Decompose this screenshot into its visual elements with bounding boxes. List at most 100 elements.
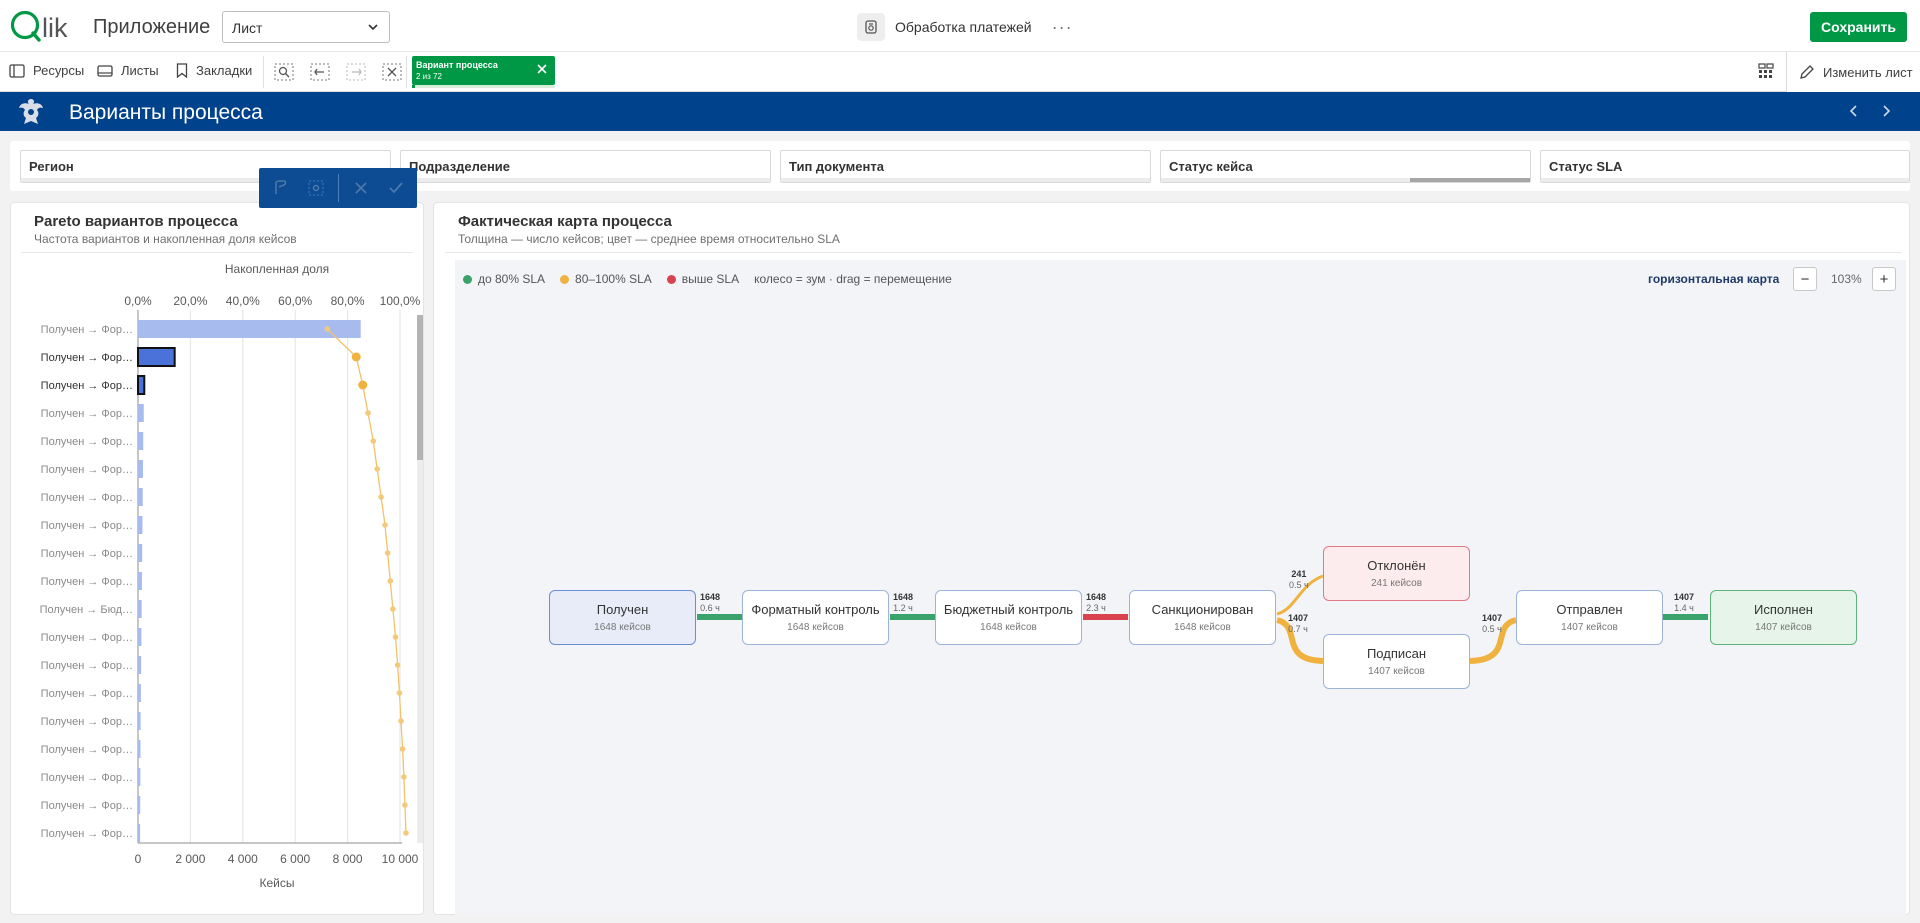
edge-cases: 241 [1291,569,1307,579]
process-map-canvas[interactable] [455,260,1906,915]
more-menu-icon[interactable]: ··· [1052,17,1073,38]
node-name: Форматный контроль [751,602,880,617]
filter-label: Тип документа [789,159,884,174]
svg-text:lik: lik [42,13,68,43]
node-count: 1648 кейсов [1174,622,1231,633]
cancel-selection-icon[interactable] [352,179,370,197]
filter-document-type[interactable]: Тип документа [780,150,1151,183]
legend-dot-green [463,274,472,284]
map-hint: колесо = зум · drag = перемещение [754,272,952,286]
edge-cases: 1407 [1288,613,1309,623]
clear-selections-icon[interactable] [381,62,403,82]
legend-item: до 80% SLA [463,272,545,286]
current-app[interactable]: Обработка платежей ··· [857,13,1073,41]
zoom-in-button[interactable]: + [1872,267,1896,291]
divider [21,252,413,253]
sheet-select-value: Лист [232,20,263,36]
node-sanctioned[interactable]: Санкционирован 1648 кейсов [1129,590,1276,645]
edge-label: 1648 0.6 ч [700,592,720,614]
node-format-control[interactable]: Форматный контроль 1648 кейсов [742,590,889,645]
chevron-left-icon[interactable] [1847,104,1861,118]
filter-sla-status[interactable]: Статус SLA [1540,150,1910,183]
node-sent[interactable]: Отправлен 1407 кейсов [1516,590,1663,645]
step-back-icon[interactable] [309,62,331,82]
edge-time: 0.6 ч [700,603,720,613]
pencil-icon [1800,65,1814,79]
edge-label: 1407 1.4 ч [1674,592,1694,614]
node-count: 1407 кейсов [1368,666,1425,677]
edit-sheet-label: Изменить лист [1823,64,1913,80]
edge-label: 1407 0.7 ч [1288,613,1308,635]
filter-state-bar [1541,178,1909,182]
smart-search-icon[interactable] [273,62,295,82]
divider [406,56,407,88]
sheet-title-bar: Варианты процесса [0,92,1920,131]
edge-time: 0.7 ч [1288,624,1308,634]
close-icon[interactable] [535,62,549,76]
bookmarks-button[interactable]: Закладки [176,63,252,78]
bookmark-icon [176,63,188,78]
resources-button[interactable]: Ресурсы [9,63,84,78]
chip-count: 2 из 72 [416,72,442,81]
node-name: Подписан [1366,646,1427,661]
filter-state-bar [781,178,1150,182]
pareto-subtitle: Частота вариантов и накопленная доля кей… [34,232,297,246]
node-count: 1407 кейсов [1561,622,1618,633]
legend-label: 80–100% SLA [575,272,652,286]
node-count: 1648 кейсов [980,622,1037,633]
legend-item: 80–100% SLA [560,272,652,286]
qlik-logo[interactable]: lik [8,8,78,44]
step-forward-icon[interactable] [345,62,367,82]
sheet-title: Варианты процесса [69,101,263,124]
node-signed[interactable]: Подписан 1407 кейсов [1323,634,1470,689]
divider [445,252,1902,253]
node-rejected[interactable]: Отклонён 241 кейсов [1323,546,1470,601]
chevron-down-icon [368,24,378,31]
sheets-label: Листы [121,63,159,78]
legend-item: выше SLA [666,272,740,286]
confirm-selection-icon[interactable] [387,179,405,197]
panel-icon [9,63,25,78]
chip-selection-bar [412,85,555,88]
filter-case-status[interactable]: Статус кейса [1160,150,1531,183]
edit-sheet-button[interactable]: Изменить лист [1786,52,1920,92]
grid-icon[interactable] [1757,62,1775,80]
filter-state-bar [401,178,770,182]
edge-time: 0.5 ч [1482,624,1502,634]
legend-dot-orange [560,274,570,284]
legend-dot-red [666,274,676,284]
node-executed[interactable]: Исполнен 1407 кейсов [1710,590,1857,645]
filter-label: Статус SLA [1549,159,1623,174]
emblem-logo [19,99,43,124]
selection-chip[interactable]: Вариант процесса 2 из 72 [412,56,555,85]
node-budget-control[interactable]: Бюджетный контроль 1648 кейсов [935,590,1082,645]
node-name: Отклонён [1367,558,1426,573]
chevron-right-icon[interactable] [1879,104,1893,118]
sheets-button[interactable]: Листы [97,63,159,78]
toolbar: Ресурсы Листы Закладки [0,52,1920,92]
filter-state-bar [1161,178,1530,182]
select-values-icon[interactable] [307,179,325,197]
app-label[interactable]: Приложение [93,16,210,39]
zoom-out-button[interactable]: − [1793,267,1817,291]
filter-label: Регион [29,159,74,174]
edge-label: 1648 1.2 ч [893,592,913,614]
filter-label: Подразделение [409,159,511,174]
legend-label: до 80% SLA [478,272,546,286]
edge-cases: 1648 [700,592,721,602]
filter-label: Статус кейса [1169,159,1253,174]
orientation-toggle[interactable]: горизонтальная карта [1648,272,1779,286]
node-received[interactable]: Получен 1648 кейсов [549,590,696,645]
zoom-value: 103% [1831,272,1862,286]
save-button[interactable]: Сохранить [1810,12,1907,42]
node-name: Санкционирован [1151,602,1254,617]
legend-label: выше SLA [681,272,740,286]
filter-department[interactable]: Подразделение [400,150,771,183]
lasso-icon[interactable] [271,179,289,197]
sheet-select[interactable]: Лист [222,11,390,43]
edge-cases: 1648 [893,592,914,602]
map-legend: до 80% SLA 80–100% SLA выше SLA колесо =… [463,272,952,286]
node-count: 241 кейсов [1370,578,1423,589]
bookmarks-label: Закладки [196,63,253,78]
node-count: 1648 кейсов [594,622,651,633]
